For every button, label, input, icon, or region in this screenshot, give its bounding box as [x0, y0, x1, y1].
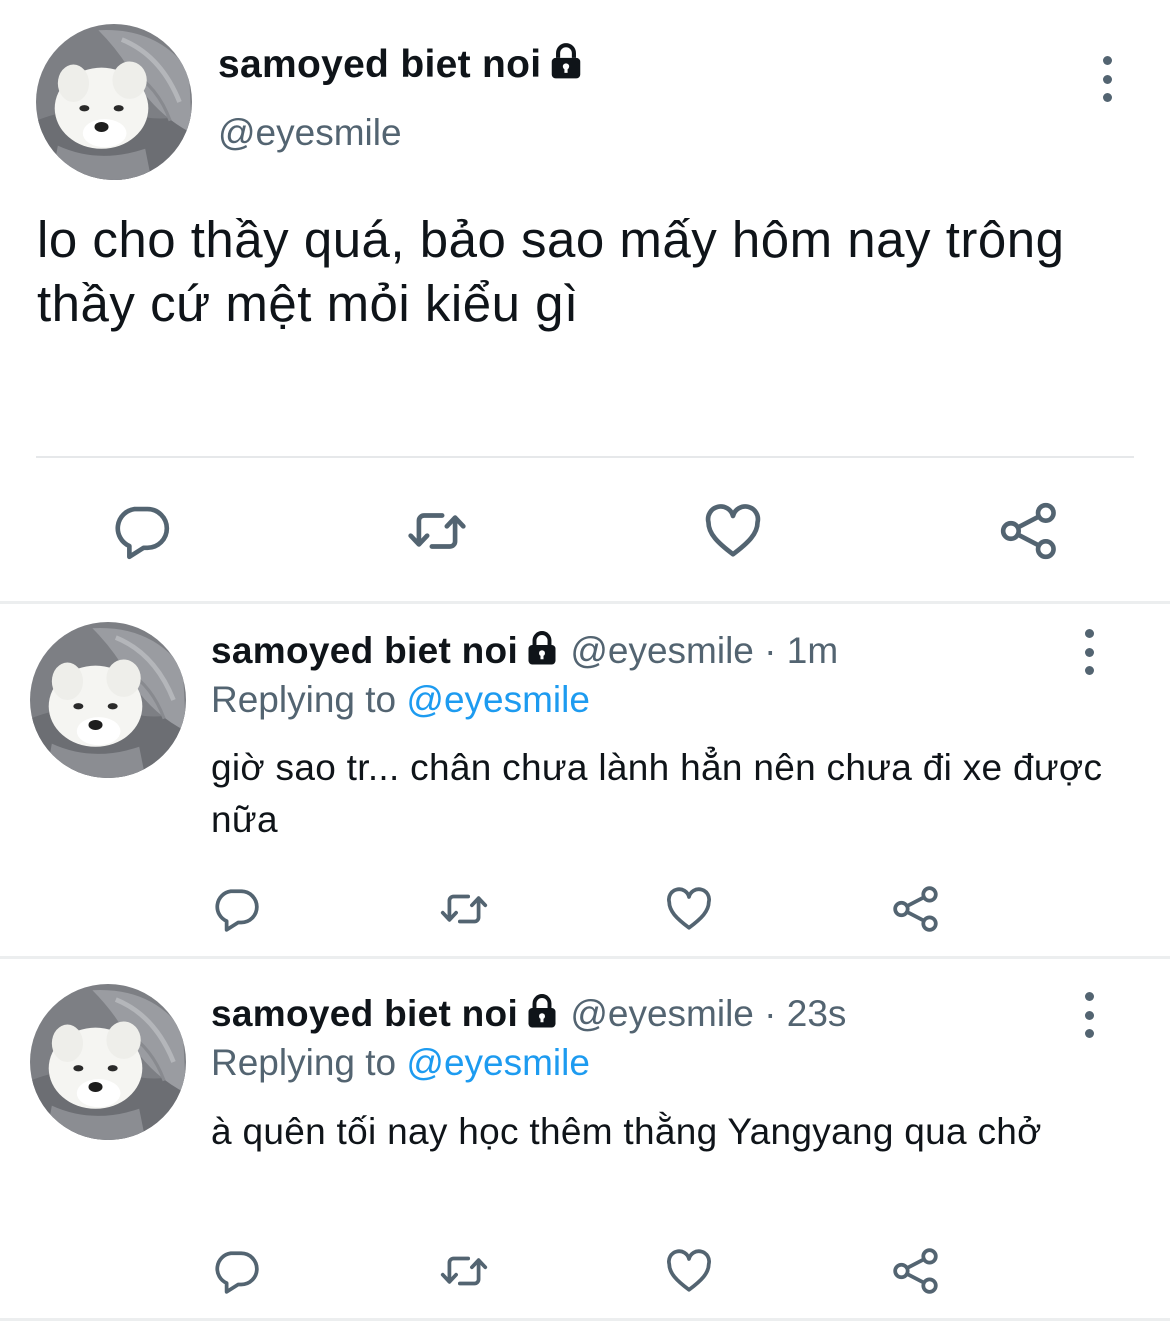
- reply-time: 23s: [786, 993, 847, 1034]
- replying-to-handle[interactable]: @eyesmile: [406, 679, 590, 720]
- main-divider: [36, 456, 1134, 458]
- share-icon[interactable]: [891, 884, 941, 934]
- reply-text: giờ sao tr... chân chưa lành hẳn nên chư…: [211, 747, 1103, 840]
- reply-handle[interactable]: @eyesmile: [570, 630, 754, 671]
- separator: [0, 956, 1170, 959]
- reply-icon[interactable]: [211, 884, 261, 934]
- reply-icon[interactable]: [211, 1246, 261, 1296]
- replying-to: Replying to @eyesmile: [211, 679, 590, 721]
- lock-icon: [547, 42, 585, 80]
- reply-icon[interactable]: [110, 500, 172, 562]
- main-display-name[interactable]: samoyed biet noi: [218, 42, 585, 87]
- separator: [0, 1318, 1170, 1321]
- like-icon[interactable]: [664, 1246, 714, 1296]
- main-avatar[interactable]: [36, 24, 192, 180]
- main-display-name-text[interactable]: samoyed biet noi: [218, 43, 541, 86]
- more-icon[interactable]: [1079, 629, 1099, 675]
- reply-time: 1m: [786, 630, 839, 671]
- like-icon[interactable]: [702, 500, 764, 562]
- reply-avatar[interactable]: [30, 622, 186, 778]
- replying-to-label: Replying to: [211, 679, 397, 720]
- retweet-icon[interactable]: [402, 500, 472, 562]
- replying-to: Replying to @eyesmile: [211, 1042, 590, 1084]
- reply-display-name[interactable]: samoyed biet noi: [211, 993, 518, 1034]
- replying-to-label: Replying to: [211, 1042, 397, 1083]
- share-icon[interactable]: [891, 1246, 941, 1296]
- more-icon[interactable]: [1097, 56, 1117, 102]
- replying-to-handle[interactable]: @eyesmile: [406, 1042, 590, 1083]
- reply-avatar[interactable]: [30, 984, 186, 1140]
- lock-icon: [524, 630, 560, 666]
- lock-icon: [524, 993, 560, 1029]
- main-handle[interactable]: @eyesmile: [218, 112, 402, 154]
- reply-header: samoyed biet noi @eyesmile · 23s: [211, 993, 847, 1034]
- share-icon[interactable]: [998, 500, 1060, 562]
- reply-header: samoyed biet noi @eyesmile · 1m: [211, 630, 839, 671]
- main-tweet-text: lo cho thầy quá, bảo sao mấy hôm nay trô…: [37, 211, 1065, 332]
- separator: [0, 601, 1170, 604]
- reply-handle[interactable]: @eyesmile: [570, 993, 754, 1034]
- retweet-icon[interactable]: [436, 884, 492, 934]
- reply-display-name[interactable]: samoyed biet noi: [211, 630, 518, 671]
- like-icon[interactable]: [664, 884, 714, 934]
- retweet-icon[interactable]: [436, 1246, 492, 1296]
- more-icon[interactable]: [1079, 992, 1099, 1038]
- reply-text: à quên tối nay học thêm thằng Yangyang q…: [211, 1111, 1042, 1152]
